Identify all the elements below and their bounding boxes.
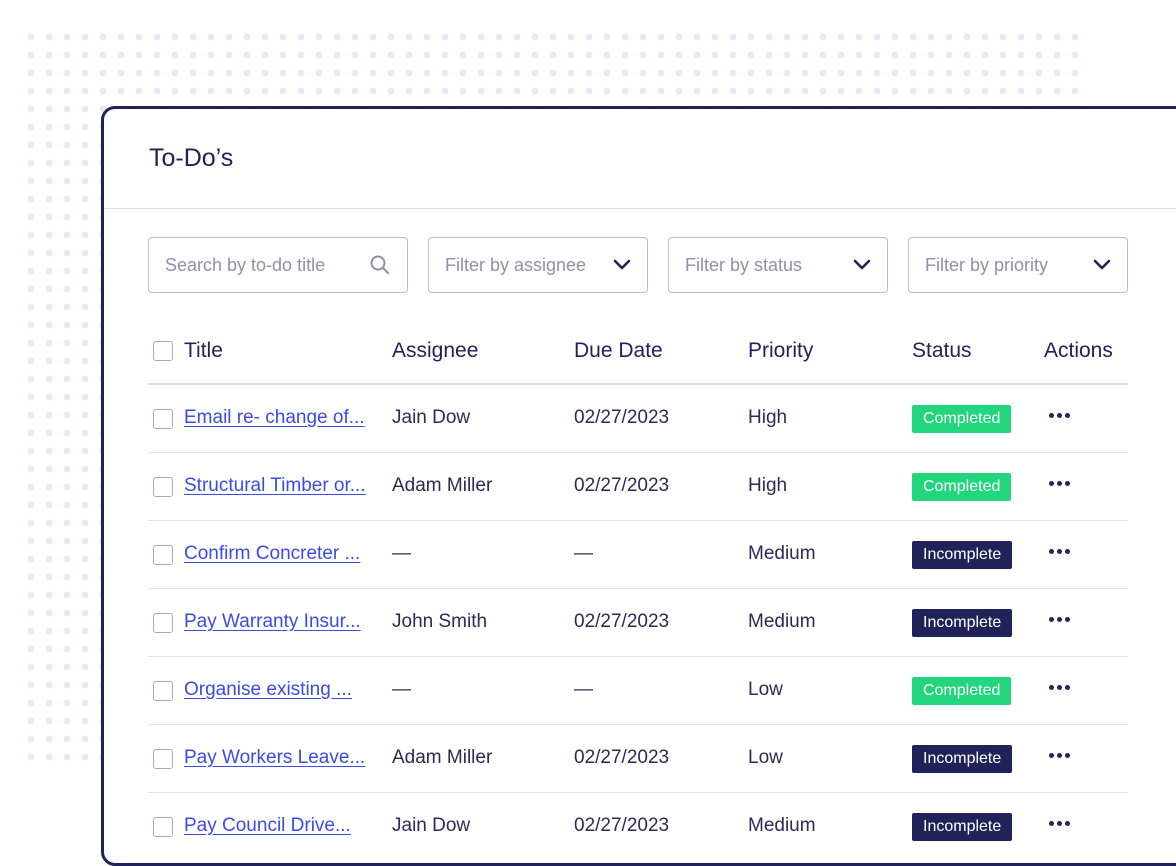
todos-panel: To-Do’s Search by to-do title Filter by … [101, 106, 1176, 866]
row-checkbox[interactable] [153, 681, 173, 701]
table-row: Confirm Concreter ... — — Medium Incomplete [148, 521, 1128, 589]
status-badge: Completed [912, 473, 1012, 501]
priority-cell: Low [748, 679, 783, 700]
due-date-cell: — [574, 679, 593, 700]
chevron-down-icon [613, 259, 631, 271]
priority-filter-label: Filter by priority [925, 254, 1049, 275]
table-header: Title Assignee Due Date Priority Status … [148, 319, 1128, 385]
due-date-cell: — [574, 543, 593, 564]
assignee-cell: Adam Miller [392, 475, 493, 496]
priority-cell: Medium [748, 543, 816, 564]
more-actions-icon[interactable] [1049, 611, 1073, 629]
table-row: Organise existing ... — — Low Completed [148, 657, 1128, 725]
assignee-filter-dropdown[interactable]: Filter by assignee [428, 237, 648, 293]
column-header-assignee[interactable]: Assignee [392, 339, 478, 363]
row-checkbox[interactable] [153, 477, 173, 497]
priority-filter-dropdown[interactable]: Filter by priority [908, 237, 1128, 293]
row-checkbox[interactable] [153, 817, 173, 837]
priority-cell: Low [748, 747, 783, 768]
todo-title-link[interactable]: Pay Workers Leave... [184, 747, 365, 768]
priority-cell: Medium [748, 611, 816, 632]
assignee-cell: — [392, 543, 411, 564]
priority-cell: Medium [748, 815, 816, 836]
column-header-status[interactable]: Status [912, 339, 972, 363]
row-checkbox[interactable] [153, 409, 173, 429]
row-checkbox[interactable] [153, 749, 173, 769]
search-placeholder: Search by to-do title [165, 254, 326, 275]
search-icon [369, 254, 391, 276]
assignee-cell: John Smith [392, 611, 488, 632]
priority-cell: High [748, 475, 788, 496]
table-row: Pay Workers Leave... Adam Miller 02/27/202… [148, 725, 1128, 793]
status-badge: Completed [912, 405, 1012, 433]
due-date-cell: 02/27/2023 [574, 747, 670, 768]
more-actions-icon[interactable] [1049, 815, 1073, 833]
todos-table: Title Assignee Due Date Priority Status … [148, 319, 1128, 860]
more-actions-icon[interactable] [1049, 679, 1073, 697]
due-date-cell: 02/27/2023 [574, 475, 670, 496]
page-title: To-Do’s [149, 144, 234, 172]
assignee-cell: Adam Miller [392, 747, 493, 768]
assignee-cell: Jain Dow [392, 815, 471, 836]
more-actions-icon[interactable] [1049, 543, 1073, 561]
priority-cell: High [748, 407, 788, 428]
todo-title-link[interactable]: Confirm Concreter ... [184, 543, 360, 564]
select-all-checkbox[interactable] [153, 341, 173, 361]
row-checkbox[interactable] [153, 545, 173, 565]
panel-header: To-Do’s [104, 109, 1176, 209]
assignee-cell: Jain Dow [392, 407, 471, 428]
status-filter-dropdown[interactable]: Filter by status [668, 237, 888, 293]
table-row: Pay Council Drive... Jain Dow 02/27/2023 Me… [148, 793, 1128, 860]
due-date-cell: 02/27/2023 [574, 815, 670, 836]
todo-title-link[interactable]: Structural Timber or... [184, 475, 366, 496]
more-actions-icon[interactable] [1049, 747, 1073, 765]
status-filter-label: Filter by status [685, 254, 803, 275]
status-badge: Incomplete [912, 541, 1013, 569]
more-actions-icon[interactable] [1049, 475, 1073, 493]
status-badge: Incomplete [912, 609, 1013, 637]
table-row: Structural Timber or... Adam Miller 02/27/… [148, 453, 1128, 521]
status-badge: Incomplete [912, 813, 1013, 841]
assignee-cell: — [392, 679, 411, 700]
search-input[interactable]: Search by to-do title [148, 237, 408, 293]
status-badge: Incomplete [912, 745, 1013, 773]
due-date-cell: 02/27/2023 [574, 407, 670, 428]
more-actions-icon[interactable] [1049, 407, 1073, 425]
table-row: Email re- change of... Jain Dow 02/27/2023… [148, 385, 1128, 453]
todo-title-link[interactable]: Pay Warranty Insur... [184, 611, 361, 632]
todo-title-link[interactable]: Organise existing ... [184, 679, 352, 700]
todo-title-link[interactable]: Pay Council Drive... [184, 815, 351, 836]
table-body: Email re- change of... Jain Dow 02/27/2023… [148, 385, 1128, 860]
table-row: Pay Warranty Insur... John Smith 02/27/202… [148, 589, 1128, 657]
column-header-actions: Actions [1044, 339, 1113, 362]
chevron-down-icon [1093, 259, 1111, 271]
status-badge: Completed [912, 677, 1012, 705]
assignee-filter-label: Filter by assignee [445, 254, 587, 275]
todo-title-link[interactable]: Email re- change of... [184, 407, 365, 428]
chevron-down-icon [853, 259, 871, 271]
column-header-title[interactable]: Title [184, 339, 223, 363]
due-date-cell: 02/27/2023 [574, 611, 670, 632]
column-header-priority[interactable]: Priority [748, 339, 813, 363]
row-checkbox[interactable] [153, 613, 173, 633]
column-header-due-date[interactable]: Due Date [574, 339, 663, 363]
